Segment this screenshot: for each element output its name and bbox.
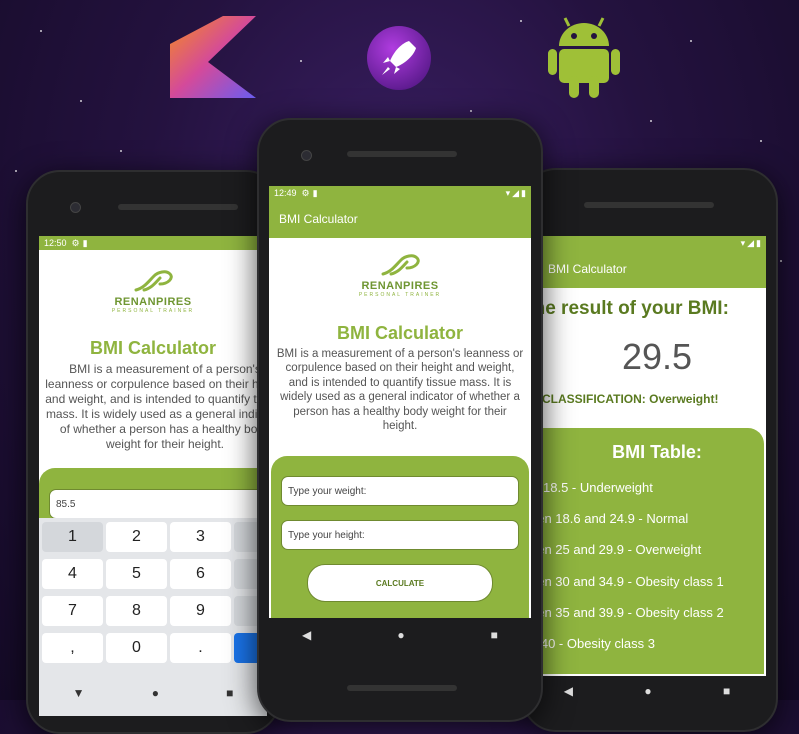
app-bar: BMI Calculator — [528, 250, 766, 288]
key-comma[interactable]: , — [42, 633, 103, 663]
key-7[interactable]: 7 — [42, 596, 103, 626]
calculate-button[interactable]: CALCULATE — [307, 564, 493, 602]
center-phone: 12:49 ⚙ ▮ ▾ ◢ ▮ BMI Calculator RENANPIRE… — [257, 118, 543, 722]
wifi-icon: ▾ — [740, 237, 746, 248]
front-camera — [301, 150, 312, 161]
earpiece-speaker — [118, 204, 238, 210]
bottom-speaker — [347, 685, 457, 691]
key-6[interactable]: 6 — [170, 559, 231, 589]
key-3[interactable]: 3 — [170, 522, 231, 552]
calculate-button-label: CALCULATE — [375, 578, 425, 588]
bmi-table-row: een 18.6 and 24.9 - Normal — [530, 511, 689, 526]
key-9[interactable]: 9 — [170, 596, 231, 626]
key-0[interactable]: 0 — [106, 633, 167, 663]
signal-icon: ◢ — [512, 187, 520, 198]
logo-subtitle: PERSONAL TRAINER — [111, 308, 195, 314]
bmi-result-value: 29.5 — [621, 336, 693, 377]
recents-icon[interactable]: ■ — [226, 686, 233, 700]
app-bar-title: BMI Calculator — [279, 212, 358, 226]
description: BMI is a measurement of a person's leann… — [45, 362, 267, 451]
earpiece-speaker — [347, 151, 457, 157]
bmi-table-row: een 30 and 34.9 - Obesity class 1 — [530, 574, 724, 589]
left-phone: 12:50 ⚙ ▮ RENANPIRES PERSONAL TRAINER BM… — [26, 170, 280, 734]
battery-icon: ▮ — [756, 237, 761, 248]
bmi-table-row: w 18.5 - Underweight — [530, 480, 653, 495]
result-heading: The result of your BMI: — [528, 298, 729, 319]
logo-mark-icon — [134, 270, 173, 292]
description: BMI is a measurement of a person's leann… — [276, 348, 524, 432]
key-5[interactable]: 5 — [106, 559, 167, 589]
signal-icon: ◢ — [747, 237, 755, 248]
app-bar-title: BMI Calculator — [548, 262, 627, 276]
weight-placeholder: Type your weight: — [288, 485, 367, 497]
recents-icon[interactable]: ■ — [491, 628, 498, 642]
page-title: BMI Calculator — [89, 338, 217, 358]
right-screen: ▾ ◢ ▮ BMI Calculator The result of your … — [528, 236, 766, 706]
status-bar: 12:49 ⚙ ▮ ▾ ◢ ▮ — [269, 186, 531, 200]
height-placeholder: Type your height: — [288, 529, 365, 541]
status-time: 12:49 — [274, 188, 297, 198]
nav-bar: ◀ ● ■ — [528, 676, 766, 706]
height-input[interactable]: Type your height: — [281, 520, 519, 550]
left-screen: 12:50 ⚙ ▮ RENANPIRES PERSONAL TRAINER BM… — [39, 236, 267, 716]
sd-card-icon: ▮ — [82, 237, 88, 248]
weight-input[interactable]: Type your weight: — [281, 476, 519, 506]
bmi-table-title: BMI Table: — [612, 442, 702, 462]
logo-name: RENANPIRES — [114, 296, 192, 308]
kotlin-logo-icon — [170, 16, 256, 98]
logo-name: RENANPIRES — [361, 280, 439, 292]
right-phone: ▾ ◢ ▮ BMI Calculator The result of your … — [522, 168, 778, 732]
renan-pires-logo: RENANPIRES PERSONAL TRAINER — [269, 250, 531, 298]
home-icon[interactable]: ● — [644, 684, 651, 698]
app-bar: BMI Calculator — [269, 200, 531, 238]
page-title: BMI Calculator — [336, 323, 464, 343]
nav-bar: ▼ ● ■ — [39, 678, 267, 708]
weight-input[interactable]: 85.5 — [49, 489, 267, 519]
key-4[interactable]: 4 — [42, 559, 103, 589]
logo-mark-icon — [381, 254, 420, 276]
key-2[interactable]: 2 — [106, 522, 167, 552]
home-icon[interactable]: ● — [397, 628, 404, 642]
front-camera — [70, 202, 81, 213]
sd-card-icon: ▮ — [312, 187, 318, 198]
home-icon[interactable]: ● — [152, 686, 159, 700]
logo-subtitle: PERSONAL TRAINER — [358, 292, 442, 298]
wifi-icon: ▾ — [505, 187, 511, 198]
status-bar: ▾ ◢ ▮ — [528, 236, 766, 250]
nav-bar: ◀ ● ■ — [259, 620, 541, 650]
rocket-icon — [367, 26, 431, 90]
bmi-table-row: een 35 and 39.9 - Obesity class 2 — [530, 605, 724, 620]
status-bar: 12:50 ⚙ ▮ — [39, 236, 267, 250]
settings-status-icon: ⚙ — [301, 187, 310, 198]
key-8[interactable]: 8 — [106, 596, 167, 626]
bmi-table-row: een 25 and 29.9 - Overweight — [530, 542, 702, 557]
back-icon[interactable]: ◀ — [564, 684, 573, 698]
android-robot-icon — [548, 17, 620, 98]
classification: CLASSIFICATION: Overweight! — [542, 392, 719, 406]
battery-icon: ▮ — [521, 187, 526, 198]
weight-input-value: 85.5 — [56, 498, 76, 510]
recents-icon[interactable]: ■ — [723, 684, 730, 698]
back-icon[interactable]: ◀ — [302, 628, 311, 642]
key-period[interactable]: . — [170, 633, 231, 663]
back-icon[interactable]: ▼ — [73, 686, 85, 700]
status-time: 12:50 — [44, 238, 67, 248]
earpiece-speaker — [584, 202, 714, 208]
center-screen: 12:49 ⚙ ▮ ▾ ◢ ▮ BMI Calculator RENANPIRE… — [269, 186, 531, 618]
settings-status-icon: ⚙ — [71, 237, 80, 248]
key-1[interactable]: 1 — [42, 522, 103, 552]
renan-pires-logo: RENANPIRES PERSONAL TRAINER — [39, 266, 267, 314]
bmi-table-row: e 40 - Obesity class 3 — [530, 636, 655, 651]
